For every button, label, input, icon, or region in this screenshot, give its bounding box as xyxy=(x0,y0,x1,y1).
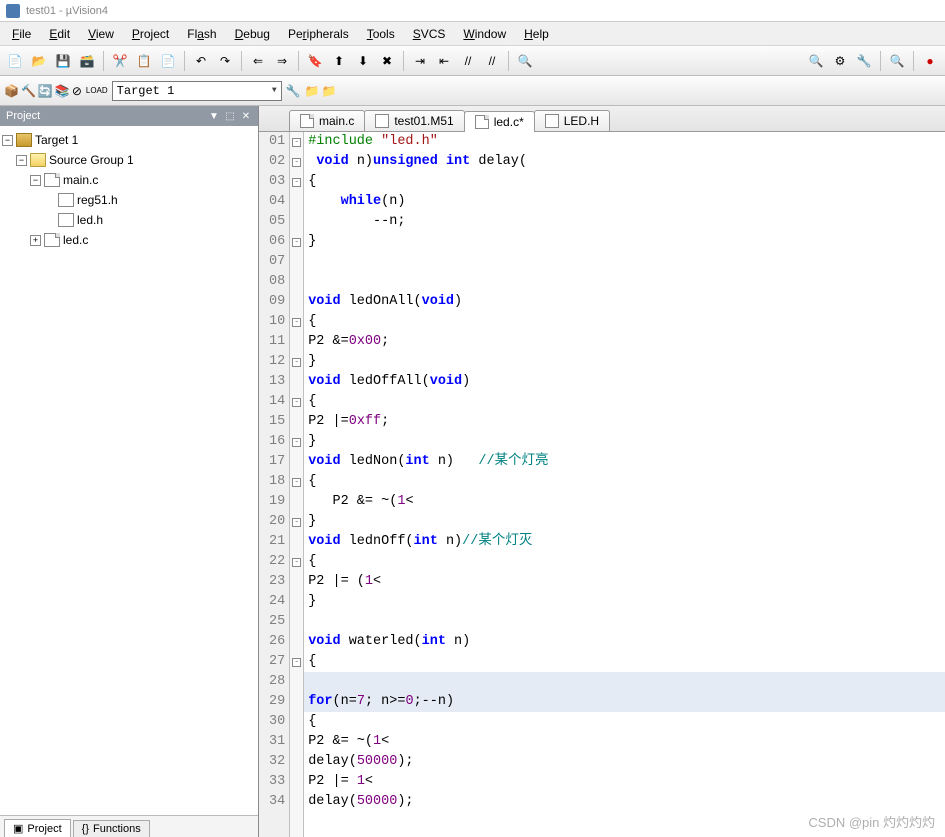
rebuild-button[interactable]: 🔄 xyxy=(38,84,53,98)
tab-led-c[interactable]: led.c* xyxy=(464,111,535,132)
menu-edit[interactable]: Edit xyxy=(41,25,78,43)
main-area: Project ▼ ⬚ ✕ − Target 1 − Source Group … xyxy=(0,106,945,837)
tree-collapse-icon[interactable]: − xyxy=(30,175,41,186)
menu-svcs[interactable]: SVCS xyxy=(405,25,454,43)
title-bar: test01 - µVision4 xyxy=(0,0,945,22)
fold-column[interactable]: ------------ xyxy=(290,132,304,837)
editor-area: main.c test01.M51 led.c* LED.H 010203040… xyxy=(259,106,945,837)
functions-tab-icon: {} xyxy=(82,823,89,835)
menu-view[interactable]: View xyxy=(80,25,122,43)
tree-collapse-icon[interactable]: − xyxy=(2,135,13,146)
outdent-button[interactable]: ⇤ xyxy=(433,50,455,72)
tree-expand-icon[interactable]: + xyxy=(30,235,41,246)
h-file-icon xyxy=(58,193,74,207)
target-icon xyxy=(16,133,32,147)
tree-led-c[interactable]: + led.c xyxy=(2,230,256,250)
pane-close-icon[interactable]: ✕ xyxy=(240,110,252,122)
redo-button[interactable]: ↷ xyxy=(214,50,236,72)
code-content[interactable]: #include "led.h" void n)unsigned int del… xyxy=(304,132,945,837)
menu-bar: File Edit View Project Flash Debug Perip… xyxy=(0,22,945,46)
options-button[interactable]: 🔧 xyxy=(853,50,875,72)
toolbar-build: 📦 🔨 🔄 📚 ⊘ LOAD Target 1 ▼ 🔧 📁 📁 xyxy=(0,76,945,106)
bookmark-prev-button[interactable]: ⬆ xyxy=(328,50,350,72)
c-file-icon xyxy=(44,173,60,187)
menu-project[interactable]: Project xyxy=(124,25,177,43)
debug-button[interactable]: 🔍 xyxy=(886,50,908,72)
nav-back-button[interactable]: ⇐ xyxy=(247,50,269,72)
h-file-icon xyxy=(545,114,559,128)
target-options-button[interactable]: 🔧 xyxy=(286,84,301,98)
project-bottom-tabs: ▣ Project {} Functions xyxy=(0,815,258,837)
uncomment-button[interactable]: // xyxy=(481,50,503,72)
indent-button[interactable]: ⇥ xyxy=(409,50,431,72)
tab-main-c[interactable]: main.c xyxy=(289,110,365,131)
tree-group[interactable]: − Source Group 1 xyxy=(2,150,256,170)
project-tree[interactable]: − Target 1 − Source Group 1 − main.c reg… xyxy=(0,126,258,815)
manage-button[interactable]: 📁 xyxy=(305,84,320,98)
tree-main-c[interactable]: − main.c xyxy=(2,170,256,190)
bookmark-clear-button[interactable]: ✖ xyxy=(376,50,398,72)
tab-test01-m51[interactable]: test01.M51 xyxy=(364,110,464,131)
find-button[interactable]: 🔍 xyxy=(514,50,536,72)
cut-button[interactable]: ✂️ xyxy=(109,50,131,72)
file-icon xyxy=(375,114,389,128)
save-button[interactable]: 💾 xyxy=(52,50,74,72)
toolbar-main: 📄 📂 💾 🗃️ ✂️ 📋 📄 ↶ ↷ ⇐ ⇒ 🔖 ⬆ ⬇ ✖ ⇥ ⇤ // /… xyxy=(0,46,945,76)
folder-icon xyxy=(30,153,46,167)
tree-led-h[interactable]: led.h xyxy=(2,210,256,230)
config-button[interactable]: ⚙ xyxy=(829,50,851,72)
save-all-button[interactable]: 🗃️ xyxy=(76,50,98,72)
manage2-button[interactable]: 📁 xyxy=(322,84,337,98)
editor-body[interactable]: 0102030405060708091011121314151617181920… xyxy=(259,132,945,837)
menu-file[interactable]: File xyxy=(4,25,39,43)
open-file-button[interactable]: 📂 xyxy=(28,50,50,72)
paste-button[interactable]: 📄 xyxy=(157,50,179,72)
c-file-icon xyxy=(44,233,60,247)
tree-collapse-icon[interactable]: − xyxy=(16,155,27,166)
tree-reg51-h[interactable]: reg51.h xyxy=(2,190,256,210)
record-button[interactable]: ● xyxy=(919,50,941,72)
editor-tabs: main.c test01.M51 led.c* LED.H xyxy=(259,106,945,132)
batch-build-button[interactable]: 📚 xyxy=(55,84,70,98)
new-file-button[interactable]: 📄 xyxy=(4,50,26,72)
c-file-icon xyxy=(475,115,489,129)
menu-debug[interactable]: Debug xyxy=(227,25,278,43)
target-select[interactable]: Target 1 ▼ xyxy=(112,81,282,101)
h-file-icon xyxy=(58,213,74,227)
undo-button[interactable]: ↶ xyxy=(190,50,212,72)
tab-led-h[interactable]: LED.H xyxy=(534,110,610,131)
build-button[interactable]: 🔨 xyxy=(21,84,36,98)
bookmark-button[interactable]: 🔖 xyxy=(304,50,326,72)
stop-build-button[interactable]: ⊘ xyxy=(72,84,82,98)
bookmark-next-button[interactable]: ⬇ xyxy=(352,50,374,72)
menu-tools[interactable]: Tools xyxy=(359,25,403,43)
nav-fwd-button[interactable]: ⇒ xyxy=(271,50,293,72)
translate-button[interactable]: 📦 xyxy=(4,84,19,98)
pane-pin-icon[interactable]: ⬚ xyxy=(224,110,236,122)
project-tab-icon: ▣ xyxy=(13,822,23,835)
search-button[interactable]: 🔍 xyxy=(805,50,827,72)
tab-project[interactable]: ▣ Project xyxy=(4,819,71,837)
pane-dropdown-icon[interactable]: ▼ xyxy=(208,110,220,122)
menu-window[interactable]: Window xyxy=(455,25,514,43)
project-pane-title: Project ▼ ⬚ ✕ xyxy=(0,106,258,126)
c-file-icon xyxy=(300,114,314,128)
tab-functions[interactable]: {} Functions xyxy=(73,820,150,837)
menu-flash[interactable]: Flash xyxy=(179,25,224,43)
target-select-value: Target 1 xyxy=(117,84,175,98)
menu-help[interactable]: Help xyxy=(516,25,557,43)
copy-button[interactable]: 📋 xyxy=(133,50,155,72)
line-number-gutter: 0102030405060708091011121314151617181920… xyxy=(259,132,290,837)
comment-button[interactable]: // xyxy=(457,50,479,72)
menu-peripherals[interactable]: Peripherals xyxy=(280,25,357,43)
download-button[interactable]: LOAD xyxy=(86,86,108,95)
dropdown-arrow-icon: ▼ xyxy=(272,86,277,95)
app-icon xyxy=(6,4,20,18)
tree-target[interactable]: − Target 1 xyxy=(2,130,256,150)
window-title: test01 - µVision4 xyxy=(26,5,108,17)
project-pane: Project ▼ ⬚ ✕ − Target 1 − Source Group … xyxy=(0,106,259,837)
